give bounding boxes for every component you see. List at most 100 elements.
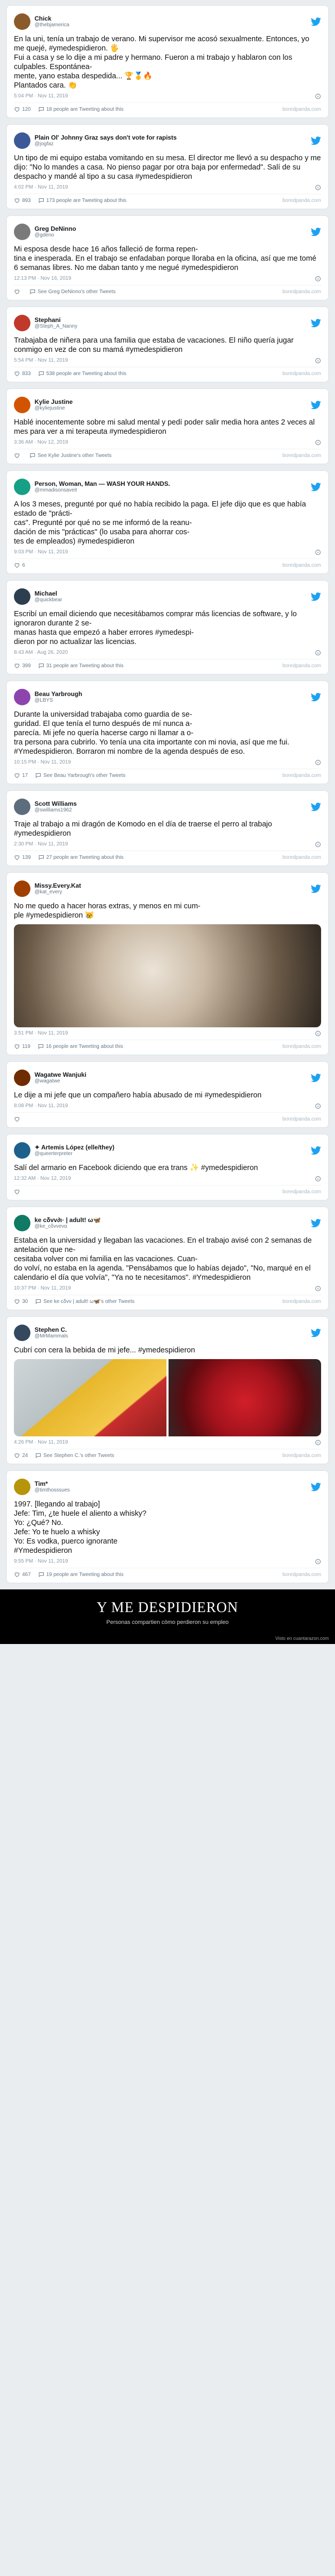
author-handle[interactable]: @kyliejustine [35, 405, 311, 412]
info-icon[interactable] [315, 276, 321, 282]
author-handle[interactable]: @jogfaz [35, 141, 311, 147]
twitter-bird-icon[interactable] [311, 692, 321, 702]
avatar[interactable] [14, 799, 30, 815]
twitter-bird-icon[interactable] [311, 227, 321, 236]
conversation-link[interactable]: See ke cδvv | adult! ω🦋's other Tweets [35, 1298, 135, 1304]
twitter-bird-icon[interactable] [311, 592, 321, 601]
info-icon[interactable] [315, 1285, 321, 1292]
tweet-card[interactable]: Stephen C. @MrMammals Cubrí con cera la be… [6, 1316, 329, 1464]
tweet-card[interactable]: Michael @quickbear Escribí un email dicien… [6, 580, 329, 674]
author-handle[interactable]: @mmadisonsaveit [35, 487, 311, 494]
conversation-link[interactable]: 31 people are Tweeting about this [38, 663, 124, 669]
tweet-card[interactable]: Person, Woman, Man — WASH YOUR HANDS. @mm… [6, 470, 329, 574]
twitter-bird-icon[interactable] [311, 884, 321, 893]
author-name[interactable]: Scott Williams [35, 800, 311, 807]
author-handle[interactable]: @quickbear [35, 597, 311, 603]
like-button[interactable]: 139 [14, 854, 31, 860]
tweet-timestamp[interactable]: 4:02 PM · Nov 11, 2019 [14, 184, 68, 191]
like-button[interactable]: 24 [14, 1452, 28, 1459]
author-handle[interactable]: @MrMammals [35, 1333, 311, 1340]
info-icon[interactable] [315, 759, 321, 766]
like-button[interactable] [14, 289, 22, 295]
tweet-timestamp[interactable]: 4:26 PM · Nov 11, 2019 [14, 1439, 68, 1446]
author-name[interactable]: Michael [35, 590, 311, 597]
avatar[interactable] [14, 1479, 30, 1495]
tweet-timestamp[interactable]: 3:51 PM · Nov 11, 2019 [14, 1030, 68, 1037]
tweet-timestamp[interactable]: 2:30 PM · Nov 11, 2019 [14, 841, 68, 848]
tweet-photo[interactable] [14, 1359, 166, 1436]
author-handle[interactable]: @thebjamerica [35, 22, 311, 28]
author-handle[interactable]: @kat_every [35, 889, 311, 895]
twitter-bird-icon[interactable] [311, 1328, 321, 1337]
conversation-link[interactable]: 18 people are Tweeting about this [38, 106, 124, 112]
author-handle[interactable]: @Steph_A_Nanny [35, 324, 311, 330]
author-name[interactable]: Kylie Justine [35, 398, 311, 405]
tweet-card[interactable]: Stephani @Steph_A_Nanny Trabajaba de niñer… [6, 307, 329, 382]
avatar[interactable] [14, 689, 30, 705]
avatar[interactable] [14, 1142, 30, 1159]
twitter-bird-icon[interactable] [311, 400, 321, 410]
tweet-timestamp[interactable]: 5:54 PM · Nov 11, 2019 [14, 358, 68, 364]
avatar[interactable] [14, 224, 30, 240]
author-name[interactable]: ke cδvv∂ι◦ | adult! ω🦋 [35, 1216, 311, 1224]
tweet-card[interactable]: Beau Yarbrough @LBYS Durante la universida… [6, 681, 329, 784]
tweet-timestamp[interactable]: 8:08 PM · Nov 11, 2019 [14, 1103, 68, 1109]
info-icon[interactable] [315, 650, 321, 656]
avatar[interactable] [14, 13, 30, 30]
info-icon[interactable] [315, 439, 321, 446]
avatar[interactable] [14, 1070, 30, 1086]
twitter-bird-icon[interactable] [311, 802, 321, 811]
author-handle[interactable]: @timthosssues [35, 1487, 311, 1494]
author-name[interactable]: Chick [35, 15, 311, 22]
tweet-timestamp[interactable]: 3:36 AM · Nov 12, 2019 [14, 439, 68, 446]
conversation-link[interactable]: 19 people are Tweeting about this [38, 1571, 124, 1578]
conversation-link[interactable]: 538 people are Tweeting about this [38, 370, 126, 377]
author-name[interactable]: ✦ Artemis López (elle/they) [35, 1144, 311, 1151]
info-icon[interactable] [315, 1030, 321, 1037]
tweet-photo[interactable] [14, 924, 321, 1027]
author-name[interactable]: Tim* [35, 1480, 311, 1487]
like-button[interactable] [14, 452, 22, 459]
info-icon[interactable] [315, 184, 321, 191]
like-button[interactable]: 6 [14, 562, 25, 568]
conversation-link[interactable]: 173 people are Tweeting about this [38, 197, 126, 204]
twitter-bird-icon[interactable] [311, 482, 321, 492]
tweet-timestamp[interactable]: 9:55 PM · Nov 11, 2019 [14, 1558, 68, 1565]
author-handle[interactable]: @gdeno [35, 232, 311, 239]
twitter-bird-icon[interactable] [311, 136, 321, 145]
conversation-link[interactable]: See Beau Yarbrough's other Tweets [35, 772, 125, 778]
like-button[interactable]: 17 [14, 772, 28, 778]
like-button[interactable]: 30 [14, 1298, 28, 1304]
author-handle[interactable]: @wagatwe [35, 1078, 311, 1084]
tweet-timestamp[interactable]: 12:32 AM · Nov 12, 2019 [14, 1176, 71, 1182]
conversation-link[interactable]: 27 people are Tweeting about this [38, 854, 124, 860]
author-name[interactable]: Stephani [35, 316, 311, 324]
tweet-card[interactable]: ke cδvv∂ι◦ | adult! ω🦋 @ke_cδvvevα Estaba … [6, 1207, 329, 1310]
tweet-timestamp[interactable]: 10:15 PM · Nov 11, 2019 [14, 759, 71, 766]
info-icon[interactable] [315, 93, 321, 99]
twitter-bird-icon[interactable] [311, 318, 321, 328]
conversation-link[interactable]: See Stephen C.'s other Tweets [35, 1452, 114, 1459]
avatar[interactable] [14, 397, 30, 413]
tweet-timestamp[interactable]: 12:13 PM · Nov 16, 2019 [14, 276, 71, 282]
author-name[interactable]: Wagatwe Wanjuki [35, 1071, 311, 1078]
like-button[interactable] [14, 1189, 22, 1195]
avatar[interactable] [14, 880, 30, 897]
author-name[interactable]: Beau Yarbrough [35, 690, 311, 698]
tweet-card[interactable]: Tim* @timthosssues 1997. [llegando al trab… [6, 1470, 329, 1583]
twitter-bird-icon[interactable] [311, 17, 321, 26]
like-button[interactable] [14, 1116, 22, 1122]
twitter-bird-icon[interactable] [311, 1073, 321, 1082]
tweet-photo[interactable] [169, 1359, 321, 1436]
info-icon[interactable] [315, 841, 321, 848]
author-name[interactable]: Stephen C. [35, 1326, 311, 1333]
like-button[interactable]: 119 [14, 1043, 30, 1049]
info-icon[interactable] [315, 549, 321, 555]
tweet-card[interactable]: ✦ Artemis López (elle/they) @queerterpret… [6, 1134, 329, 1200]
info-icon[interactable] [315, 1103, 321, 1109]
tweet-card[interactable]: Plain Ol' Johnny Graz says don't vote fo… [6, 124, 329, 209]
tweet-card[interactable]: Kylie Justine @kyliejustine Hablé inocente… [6, 388, 329, 464]
tweet-card[interactable]: Scott Williams @swilliams1962 Traje al tra… [6, 790, 329, 866]
info-icon[interactable] [315, 1176, 321, 1182]
tweet-card[interactable]: Chick @thebjamerica En la uni, tenía un tr… [6, 5, 329, 118]
